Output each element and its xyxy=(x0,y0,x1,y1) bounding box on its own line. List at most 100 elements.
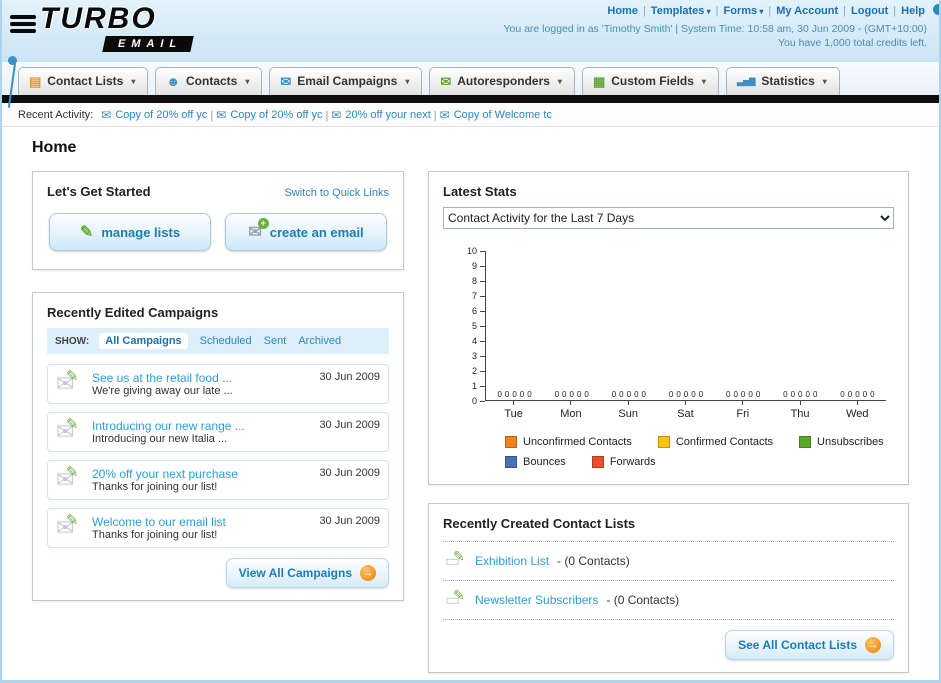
campaign-filter-bar: SHOW: All Campaigns Scheduled Sent Archived xyxy=(47,328,389,354)
campaign-text: 20% off your next purchase Thanks for joi… xyxy=(92,467,309,493)
separator: | xyxy=(210,109,214,122)
campaigns-title: Recently Edited Campaigns xyxy=(47,305,219,320)
campaign-title-link[interactable]: Welcome to our email list xyxy=(92,515,309,529)
y-axis-label: 7 xyxy=(471,291,477,301)
campaign-row[interactable]: ✉ ✎ Introducing our new range ... Introduci… xyxy=(47,412,389,452)
top-link-logout[interactable]: Logout xyxy=(849,5,890,17)
campaign-row[interactable]: ✉ ✎ See us at the retail food ... We're giv… xyxy=(47,364,389,404)
switch-quick-links-link[interactable]: Switch to Quick Links xyxy=(284,187,389,199)
contact-lists-title: Recently Created Contact Lists xyxy=(443,516,636,531)
campaign-row[interactable]: ✉ ✎ Welcome to our email list Thanks for jo… xyxy=(47,508,389,548)
stats-activity-select[interactable]: Contact Activity for the Last 7 Days xyxy=(443,207,894,229)
tab-contact-lists[interactable]: ▤ Contact Lists ▾ xyxy=(18,67,149,95)
recent-activity-item-label: Copy of 20% off yc xyxy=(230,108,323,121)
arrow-right-icon: → xyxy=(360,565,376,581)
email-icon: ✉ xyxy=(216,107,227,122)
separator: | xyxy=(325,109,329,122)
bar-value-label: 0 xyxy=(634,390,639,399)
legend-label: Bounces xyxy=(523,456,566,468)
see-all-contact-lists-label: See All Contact Lists xyxy=(738,638,857,652)
list-edit-icon: ▭ ✎ xyxy=(445,548,467,571)
x-axis-label: Tue xyxy=(504,408,523,420)
recent-activity-item[interactable]: ✉ Copy of Welcome tc xyxy=(440,108,552,122)
email-icon: ✉ xyxy=(101,107,112,122)
filter-archived[interactable]: Archived xyxy=(298,335,341,347)
email-icon: ✉ xyxy=(439,107,450,122)
bar-value-labels: 00000 xyxy=(555,390,589,400)
tab-autoresponders[interactable]: ✉ Autoresponders ▾ xyxy=(429,67,575,95)
filter-scheduled[interactable]: Scheduled xyxy=(200,335,252,347)
contact-list-name-link[interactable]: Newsletter Subscribers xyxy=(475,593,598,607)
y-axis-label: 5 xyxy=(471,321,477,331)
y-axis-label: 1 xyxy=(471,381,477,391)
email-edit-icon: ✉ ✎ xyxy=(56,512,82,541)
x-axis-label: Fri xyxy=(736,408,750,420)
email-plus-icon: ✉ + xyxy=(248,218,269,242)
recent-activity-item[interactable]: ✉ Copy of 20% off yc xyxy=(216,108,322,122)
x-axis-tick xyxy=(829,401,886,405)
top-link-forms[interactable]: Forms ▾ xyxy=(722,5,766,17)
top-link-help[interactable]: Help xyxy=(899,5,927,17)
bar-value-label: 0 xyxy=(783,390,788,399)
bar-value-label: 0 xyxy=(527,390,532,399)
recent-contact-lists-panel: Recently Created Contact Lists ▭ ✎ Exhibit… xyxy=(428,503,909,673)
campaign-filters: All Campaigns Scheduled Sent Archived xyxy=(99,333,341,349)
chart-legend: Unconfirmed Contacts Confirmed Contacts Un… xyxy=(505,436,886,468)
filter-sent[interactable]: Sent xyxy=(264,335,287,347)
logo[interactable]: TURBO EMAIL xyxy=(10,4,194,52)
recent-activity-item[interactable]: ✉ Copy of 20% off yc xyxy=(101,108,207,122)
filter-all-campaigns[interactable]: All Campaigns xyxy=(99,333,188,349)
tab-custom-fields[interactable]: ▦ Custom Fields ▾ xyxy=(581,67,719,95)
x-axis-label: Sat xyxy=(677,408,694,420)
legend-swatch xyxy=(505,436,517,448)
contact-list-row[interactable]: ▭ ✎ Newsletter Subscribers - (0 Contacts) xyxy=(443,581,894,620)
bar-value-label: 0 xyxy=(790,390,796,399)
email-edit-icon: ✉ ✎ xyxy=(56,464,82,493)
campaign-text: Introducing our new range ... Introducing… xyxy=(92,419,309,445)
pencil-icon: ✎ xyxy=(66,416,79,433)
bar-group: 00000 xyxy=(600,390,657,400)
separator: | xyxy=(715,5,719,17)
legend-swatch xyxy=(799,436,812,448)
bar-value-labels: 00000 xyxy=(783,390,817,400)
bar-group: 00000 xyxy=(657,390,714,400)
view-all-campaigns-button[interactable]: View All Campaigns → xyxy=(225,558,389,588)
create-email-button[interactable]: ✉ + create an email xyxy=(225,213,387,251)
x-axis-labels: Tue Mon Sun Sat Fri Thu Wed xyxy=(485,408,886,420)
autoresponders-icon: ✉ xyxy=(440,73,452,89)
recent-activity-item-label: 20% off your next xyxy=(345,108,431,121)
contact-list-name-link[interactable]: Exhibition List xyxy=(475,554,549,568)
campaign-title-link[interactable]: See us at the retail food ... xyxy=(92,371,309,385)
bar-value-labels: 00000 xyxy=(726,390,760,400)
contact-activity-chart: 10 9 8 7 6 5 4 3 2 1 0 000000000000000000000000000… xyxy=(461,246,886,468)
manage-lists-label: manage lists xyxy=(101,224,181,240)
recent-activity-bar: Recent Activity: ✉ Copy of 20% off yc | ✉ Co… xyxy=(2,103,939,127)
bar-group: 00000 xyxy=(772,390,829,400)
chevron-down-icon: ▾ xyxy=(557,76,562,86)
see-all-contact-lists-button[interactable]: See All Contact Lists → xyxy=(725,630,894,660)
x-axis-tick xyxy=(771,401,828,405)
campaign-title-link[interactable]: Introducing our new range ... xyxy=(92,419,309,433)
bar-value-labels: 00000 xyxy=(669,390,703,400)
campaign-row[interactable]: ✉ ✎ 20% off your next purchase Thanks for j… xyxy=(47,460,389,500)
bar-value-label: 0 xyxy=(497,390,502,399)
top-link-my-account[interactable]: My Account xyxy=(774,5,840,17)
contact-list-row[interactable]: ▭ ✎ Exhibition List - (0 Contacts) xyxy=(443,542,894,581)
recent-activity-item[interactable]: ✉ 20% off your next xyxy=(331,108,430,122)
top-link-templates[interactable]: Templates ▾ xyxy=(649,5,713,17)
manage-lists-button[interactable]: ✎ manage lists xyxy=(49,213,211,251)
email-campaigns-icon: ✉ xyxy=(280,73,292,89)
campaign-title-link[interactable]: 20% off your next purchase xyxy=(92,467,309,481)
tab-label: Custom Fields xyxy=(611,74,694,88)
bar-value-label: 0 xyxy=(805,390,810,399)
top-link-home[interactable]: Home xyxy=(605,5,640,17)
bar-value-label: 0 xyxy=(519,390,525,399)
x-axis-tick xyxy=(485,401,542,405)
tab-statistics[interactable]: ▃▅▇ Statistics ▾ xyxy=(725,67,840,95)
tab-label: Statistics xyxy=(761,74,815,88)
page-title: Home xyxy=(32,139,77,156)
bar-value-label: 0 xyxy=(870,390,875,399)
tab-contacts[interactable]: ☻ Contacts ▾ xyxy=(155,67,263,95)
campaign-date: 30 Jun 2009 xyxy=(319,371,380,383)
tab-email-campaigns[interactable]: ✉ Email Campaigns ▾ xyxy=(269,67,423,95)
